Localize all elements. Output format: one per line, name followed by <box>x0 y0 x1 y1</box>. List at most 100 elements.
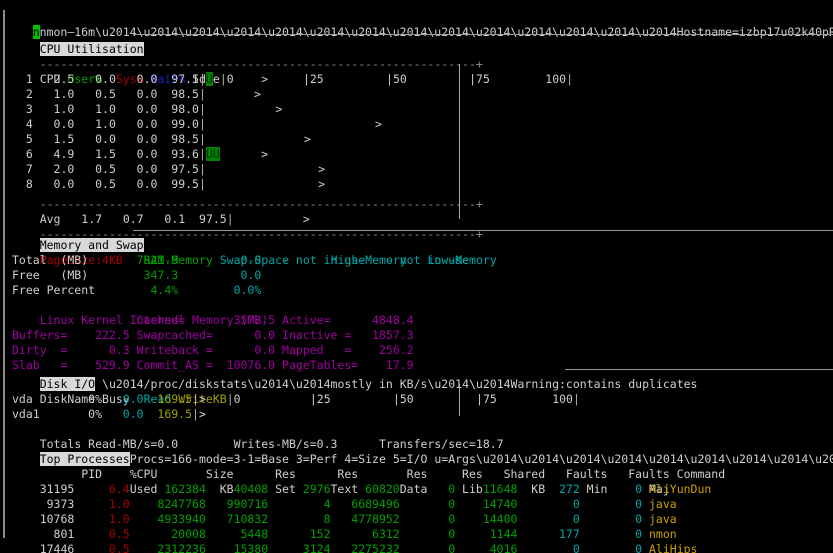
cpu-row-marker: > <box>375 117 382 131</box>
process-size: 162384 <box>129 482 206 496</box>
process-res-lib: 0 <box>399 512 456 526</box>
title-bar: nnmon—16m\u2014\u2014\u2014\u2014\u2014\… <box>5 10 833 39</box>
cpu-row-marker: > <box>261 72 269 86</box>
process-faults-min: 177 <box>517 527 580 541</box>
cpu-row-marker: > <box>318 162 325 176</box>
memory-row-low <box>386 268 483 282</box>
kernel-label-1: Dirty = <box>12 343 68 357</box>
memory-row-high: - not in use <box>261 253 386 267</box>
process-res-set: 40408 <box>205 482 269 496</box>
kernel-value-3: 4848.4 <box>358 313 414 327</box>
process-cpu: 1.0 <box>74 497 130 511</box>
process-res-set: 5448 <box>205 527 269 541</box>
cpu-panel-rule <box>133 34 833 35</box>
disk-row-marker: > <box>198 407 206 421</box>
process-shared: 11648 <box>455 482 518 496</box>
memory-row-low: - not in use <box>385 253 483 267</box>
cpu-row-axis: | <box>198 87 206 101</box>
process-row: 10768 1.0 4933940 710832 8 4778952 0 144… <box>12 512 833 527</box>
disk-row-marker: > <box>198 392 206 406</box>
memory-row-label: Free Percent <box>12 283 96 297</box>
memory-panel-rule <box>133 230 833 231</box>
process-res-data: 6689496 <box>330 497 400 511</box>
cpu-table-header: CPU User% Sys% Wait% Idle|0 |25 |50 |75 … <box>39 72 574 86</box>
kernel-memory-row: Buffers= 222.5 Swapcached= 0.0 Inactive … <box>12 328 833 343</box>
kernel-label-1 <box>12 313 67 327</box>
cpu-row-marker: > <box>303 132 311 146</box>
process-res-data: 60820 <box>330 482 400 496</box>
disk-row-axis: | <box>192 407 199 421</box>
process-shared: 14400 <box>455 512 518 526</box>
cpu-row-sys: 0.0 <box>74 132 116 146</box>
cpu-row-user: 2.0 <box>32 162 75 176</box>
kernel-value-1 <box>67 313 129 327</box>
memory-row-high <box>261 283 386 297</box>
cpu-row-index: 6 <box>12 147 33 161</box>
memory-row-ram: 347.3 <box>95 268 179 282</box>
kernel-label-3: Inactive = <box>275 328 359 342</box>
cpu-row-sys: 1.5 <box>74 147 116 161</box>
memory-row: Free Percent 4.4% 0.0% <box>12 283 833 298</box>
cpu-row-wait: 0.0 <box>115 72 158 86</box>
memory-row: Total (MB) 7821.9 0.0 - not in use - not… <box>12 253 833 268</box>
memory-row-label: Free (MB) <box>12 268 96 282</box>
cpu-dashed-top: ----------------------------------------… <box>12 42 833 71</box>
process-faults-min: 0 <box>517 512 580 526</box>
kernel-memory-title-row: Linux Kernel Internal Memory (MB) <box>12 298 833 327</box>
terminal-screen[interactable]: nnmon—16m\u2014\u2014\u2014\u2014\u2014\… <box>0 0 833 553</box>
process-faults-min: 272 <box>517 482 580 496</box>
kernel-value-2: 0.0 <box>212 328 276 342</box>
process-faults-maj: 0 <box>579 527 643 541</box>
disk-row-write: 169.5 <box>143 392 193 406</box>
process-faults-min: 0 <box>517 497 580 511</box>
cpu-row-index: 1 <box>12 72 33 86</box>
cpu-row-user: 1.0 <box>32 87 75 101</box>
cpu-row-idle: 97.5 <box>157 162 199 176</box>
process-row: 9373 1.0 8247768 990716 4 6689496 0 1474… <box>12 497 833 512</box>
cpu-row-idle: 98.0 <box>157 102 199 116</box>
cpu-row-sys: 0.5 <box>74 162 116 176</box>
cpu-row-wait: 0.0 <box>115 162 158 176</box>
cpu-row-wait: 0.0 <box>115 117 158 131</box>
process-res-set: 990716 <box>205 497 269 511</box>
memory-row-swap: 0.0% <box>178 283 262 297</box>
cpu-row-sys: 0.0 <box>74 72 116 86</box>
process-pid: 801 <box>12 527 75 541</box>
process-pid: 10768 <box>12 512 75 526</box>
cpu-row-idle: 93.6 <box>157 147 199 161</box>
process-shared: 1144 <box>455 527 518 541</box>
process-row: 31195 6.4 162384 40408 2976 60820 0 1164… <box>12 482 833 497</box>
process-header-line1: PID %CPU Size Res Res Res Res Shared Fau… <box>12 452 833 481</box>
cpu-row-index: 3 <box>12 102 33 116</box>
process-command: AliYunDun <box>642 482 712 496</box>
process-res-text: 8 <box>268 512 331 526</box>
kernel-label-1: Buffers= <box>12 328 68 342</box>
cpu-row-index: 4 <box>12 117 33 131</box>
process-command: java <box>642 497 677 511</box>
process-res-lib: 0 <box>399 497 456 511</box>
cpu-row-marker: > <box>275 102 283 116</box>
process-res-text: 4 <box>268 497 331 511</box>
cpu-row-usage-block: U <box>205 72 213 86</box>
disk-row: vda1 0% 0.0 169.5|> <box>12 407 833 422</box>
memory-row-swap: 0.0 <box>178 253 262 267</box>
process-size: 8247768 <box>129 497 206 511</box>
cpu-row-sys: 0.5 <box>74 87 116 101</box>
cpu-dashed-mid: ----------------------------------------… <box>12 182 833 211</box>
kernel-memory-row: Dirty = 0.3 Writeback = 0.0 Mapped = 256… <box>12 343 833 358</box>
kernel-label-3: Active= <box>275 313 359 327</box>
process-pid: 31195 <box>12 482 75 496</box>
cpu-row-wait: 0.0 <box>115 87 158 101</box>
memory-row-swap: 0.0 <box>178 268 262 282</box>
cpu-row-index: 7 <box>12 162 33 176</box>
kernel-value-2: 3572.5 <box>212 313 276 327</box>
cpu-row-user: 1.0 <box>32 102 75 116</box>
cpu-row-axis: | <box>198 147 206 161</box>
process-faults-maj: 0 <box>579 482 643 496</box>
cpu-row-idle: 98.5 <box>157 87 199 101</box>
kernel-label-2: Swapcached= <box>129 328 213 342</box>
cpu-row-user: 0.0 <box>32 117 75 131</box>
disk-row: vda 0% 0.0 169.5|> <box>12 392 833 407</box>
memory-row-label: Total (MB) <box>12 253 96 267</box>
cpu-row-axis: | <box>198 132 206 146</box>
